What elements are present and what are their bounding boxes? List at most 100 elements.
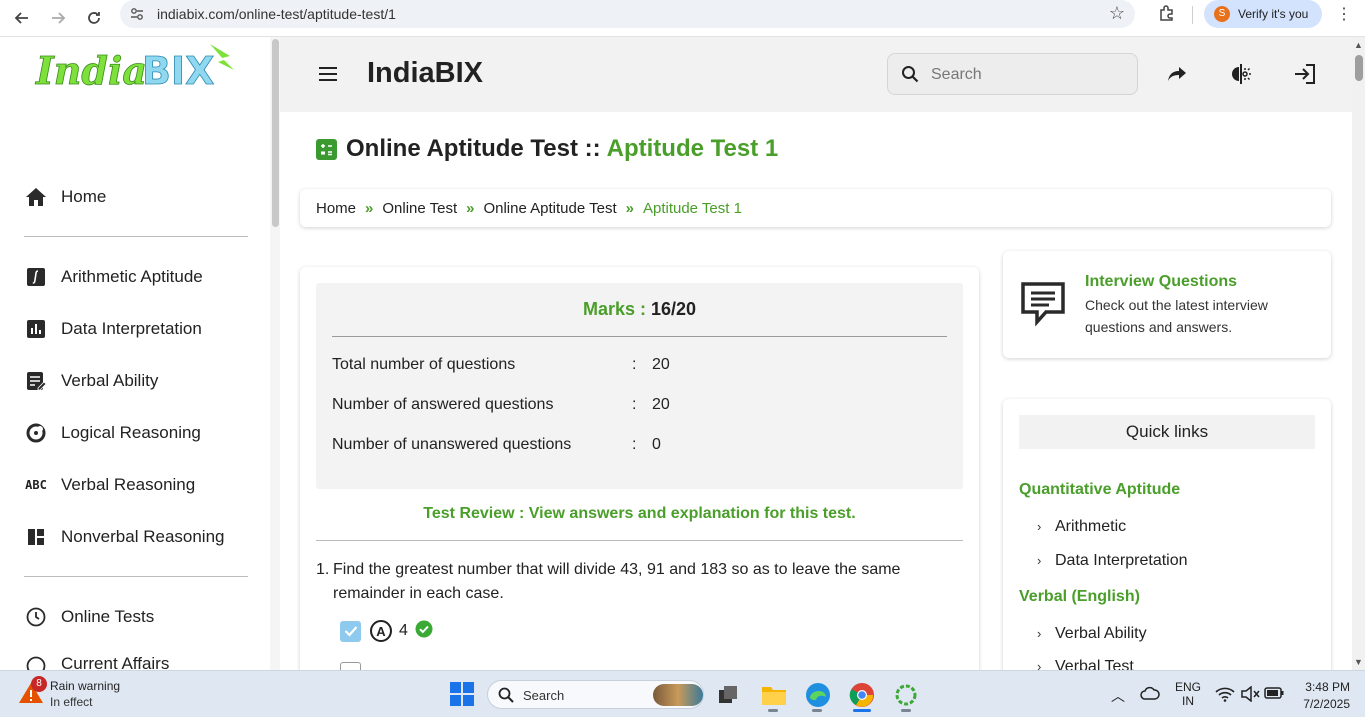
sidebar-item-arithmetic-aptitude[interactable]: Arithmetic Aptitude — [24, 262, 254, 292]
sidebar-item-data-interpretation[interactable]: Data Interpretation — [24, 314, 254, 344]
search-placeholder: Search — [931, 66, 982, 83]
chrome-browser-icon[interactable] — [847, 680, 877, 710]
breadcrumb-separator: » — [365, 199, 374, 217]
logic-icon — [24, 421, 48, 445]
page-title-main: Online Aptitude Test :: — [346, 135, 601, 162]
quick-links-category[interactable]: Quantitative Aptitude — [1019, 481, 1180, 499]
option-checkbox[interactable] — [340, 620, 361, 642]
chat-bubble-icon — [1020, 281, 1066, 332]
stat-colon: : — [632, 396, 637, 413]
site-settings-icon[interactable] — [129, 6, 145, 22]
breadcrumb: Home » Online Test » Online Aptitude Tes… — [300, 189, 1331, 227]
reload-icon[interactable] — [79, 3, 109, 33]
interview-questions-desc: Check out the latest interview questions… — [1085, 297, 1268, 335]
site-search-input[interactable]: Search — [887, 53, 1138, 95]
scroll-down-icon[interactable]: ▼ — [1354, 657, 1363, 667]
review-divider — [316, 540, 963, 541]
sidebar-item-label: Arithmetic Aptitude — [61, 267, 203, 286]
app-loading-icon[interactable] — [891, 680, 921, 710]
sidebar-item-label: Home — [61, 187, 107, 206]
clock-date: 7/2/2025 — [1303, 697, 1350, 711]
task-view-icon[interactable] — [713, 680, 743, 710]
sidebar-scrollbar[interactable] — [270, 37, 280, 670]
taskbar-search-input[interactable]: Search — [487, 680, 704, 709]
quick-link-label[interactable]: Verbal Ability — [1055, 625, 1147, 642]
sidebar-item-verbal-reasoning[interactable]: ABC Verbal Reasoning — [24, 470, 254, 500]
profile-avatar: S — [1214, 6, 1230, 22]
sidebar-item-online-tests[interactable]: Online Tests — [24, 602, 254, 632]
integral-icon — [24, 265, 48, 289]
stat-value: 0 — [652, 436, 661, 453]
clock-time: 3:48 PM — [1305, 680, 1350, 694]
sidebar-item-home[interactable]: Home — [24, 182, 254, 212]
back-icon[interactable] — [7, 3, 37, 33]
taskbar-clock[interactable]: 3:48 PM 7/2/2025 — [1298, 679, 1350, 713]
bookmark-star-icon[interactable]: ☆ — [1109, 3, 1125, 24]
quick-link-item[interactable]: › Data Interpretation — [1037, 552, 1188, 570]
sidebar-scroll-thumb[interactable] — [272, 39, 279, 227]
search-highlight-image — [653, 684, 703, 706]
weather-subtitle: In effect — [50, 695, 93, 709]
url-text[interactable]: indiabix.com/online-test/aptitude-test/1 — [157, 6, 396, 22]
extensions-icon[interactable] — [1155, 4, 1179, 28]
quick-link-label[interactable]: Data Interpretation — [1055, 552, 1188, 569]
breadcrumb-online-test[interactable]: Online Test — [382, 200, 457, 217]
bar-chart-icon — [24, 317, 48, 341]
globe-icon — [24, 654, 48, 670]
quick-link-item[interactable]: › Verbal Test — [1037, 658, 1134, 670]
forward-icon[interactable] — [43, 3, 73, 33]
quick-link-label[interactable]: Arithmetic — [1055, 518, 1126, 535]
verify-profile-button[interactable]: S Verify it's you — [1204, 0, 1322, 28]
sidebar-item-current-affairs[interactable]: Current Affairs — [24, 654, 254, 670]
file-explorer-icon[interactable] — [759, 680, 789, 710]
quick-links-category[interactable]: Verbal (English) — [1019, 588, 1140, 606]
stat-label: Number of answered questions — [332, 396, 554, 413]
indiabix-logo[interactable]: India BIX — [34, 40, 239, 110]
browser-menu-icon[interactable]: ⋮ — [1336, 4, 1352, 24]
battery-icon[interactable] — [1264, 686, 1284, 703]
quick-link-label[interactable]: Verbal Test — [1055, 658, 1134, 670]
page-scroll-thumb[interactable] — [1355, 55, 1363, 81]
volume-muted-icon[interactable] — [1240, 685, 1260, 705]
address-bar[interactable]: indiabix.com/online-test/aptitude-test/1… — [120, 0, 1135, 28]
edge-running-indicator — [812, 709, 822, 712]
quick-link-item[interactable]: › Verbal Ability — [1037, 625, 1147, 643]
wifi-icon[interactable] — [1215, 686, 1235, 705]
sidebar-item-verbal-ability[interactable]: Verbal Ability — [24, 366, 254, 396]
answer-option-a[interactable]: A 4 — [340, 620, 433, 642]
abc-icon: ABC — [25, 478, 47, 492]
test-review-link[interactable]: Test Review : View answers and explanati… — [316, 505, 963, 523]
page-scrollbar[interactable]: ▲ ▼ — [1352, 37, 1365, 670]
breadcrumb-online-aptitude-test[interactable]: Online Aptitude Test — [483, 200, 616, 217]
theme-toggle-icon[interactable] — [1218, 56, 1264, 92]
interview-questions-title[interactable]: Interview Questions — [1085, 273, 1237, 291]
site-brand[interactable]: IndiaBIX — [367, 57, 483, 90]
sidebar-divider — [24, 576, 248, 577]
chevron-right-icon: › — [1037, 626, 1042, 641]
sidebar-item-label: Nonverbal Reasoning — [61, 527, 225, 546]
edge-browser-icon[interactable] — [803, 680, 833, 710]
sidebar-divider — [24, 236, 248, 237]
login-icon[interactable] — [1282, 56, 1328, 92]
share-icon[interactable] — [1154, 56, 1200, 92]
marks-label: Marks : — [582, 299, 646, 319]
tray-overflow-icon[interactable]: ︿ — [1111, 686, 1125, 706]
sidebar-item-nonverbal-reasoning[interactable]: Nonverbal Reasoning — [24, 522, 254, 552]
scroll-up-icon[interactable]: ▲ — [1354, 40, 1363, 50]
stat-value: 20 — [652, 396, 670, 413]
breadcrumb-home[interactable]: Home — [316, 200, 356, 217]
stat-colon: : — [632, 356, 637, 373]
quick-link-item[interactable]: › Arithmetic — [1037, 518, 1126, 536]
onedrive-icon[interactable] — [1140, 686, 1160, 703]
marks-value: 16/20 — [651, 299, 697, 319]
menu-hamburger-icon[interactable] — [306, 56, 350, 92]
svg-text:India: India — [35, 48, 147, 93]
stat-label: Number of unanswered questions — [332, 436, 572, 453]
sidebar-item-logical-reasoning[interactable]: Logical Reasoning — [24, 418, 254, 448]
weather-widget[interactable]: 8 Rain warning In effect — [18, 676, 148, 710]
stat-row-unanswered: Number of unanswered questions : 0 — [332, 436, 661, 454]
language-indicator[interactable]: ENG IN — [1175, 680, 1201, 708]
windows-start-icon[interactable] — [450, 682, 474, 706]
verify-label: Verify it's you — [1238, 7, 1309, 21]
stat-colon: : — [632, 436, 637, 453]
